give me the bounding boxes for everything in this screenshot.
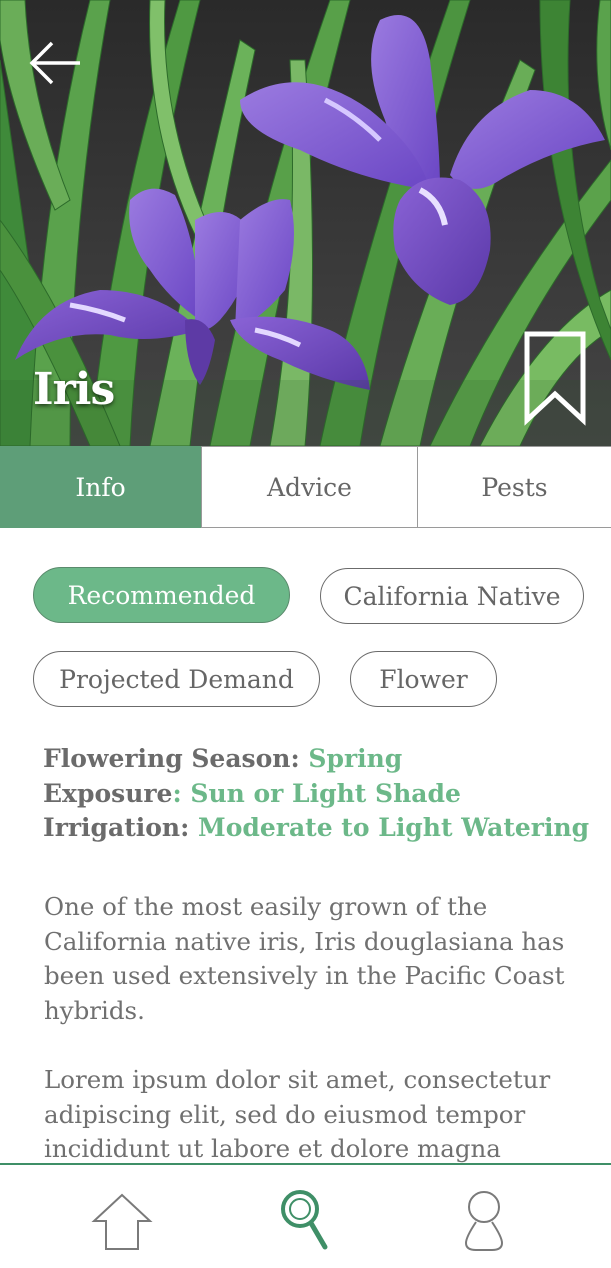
attribute-irrigation: Irrigation: Moderate to Light Watering	[43, 811, 603, 846]
tab-bar: Info Advice Pests	[0, 446, 611, 528]
tag-california-native[interactable]: California Native	[320, 568, 584, 624]
attribute-label: Flowering Season:	[43, 744, 300, 773]
plant-attributes: Flowering Season: Spring Exposure: Sun o…	[43, 742, 603, 846]
description-paragraph: Lorem ipsum dolor sit amet, consectetur …	[44, 1065, 551, 1163]
plant-title: Iris	[33, 364, 115, 415]
search-icon	[281, 1190, 328, 1250]
description-paragraph: One of the most easily grown of the Cali…	[44, 892, 565, 1025]
tag-recommended[interactable]: Recommended	[33, 567, 290, 623]
plant-hero-image: Iris	[0, 0, 611, 446]
nav-profile-button[interactable]	[462, 1189, 506, 1257]
tab-info[interactable]: Info	[0, 446, 201, 528]
attribute-label: Irrigation:	[43, 813, 190, 842]
tab-pests[interactable]: Pests	[417, 446, 611, 528]
tag-flower[interactable]: Flower	[350, 651, 497, 707]
attribute-value: : Sun or Light Shade	[172, 778, 461, 808]
nav-search-button[interactable]	[278, 1187, 332, 1255]
attribute-value: Moderate to Light Watering	[189, 813, 590, 842]
nav-home-button[interactable]	[90, 1191, 154, 1257]
tab-advice[interactable]: Advice	[201, 446, 417, 528]
home-icon	[91, 1193, 153, 1250]
user-icon	[464, 1191, 504, 1251]
back-button[interactable]	[26, 34, 86, 94]
bottom-navigation	[0, 1163, 611, 1268]
attribute-label: Exposure	[43, 778, 173, 808]
bookmark-icon	[524, 331, 586, 426]
arrow-left-icon	[29, 41, 80, 85]
bookmark-button[interactable]	[522, 330, 588, 428]
tag-projected-demand[interactable]: Projected Demand	[33, 651, 320, 707]
attribute-flowering-season: Flowering Season: Spring	[43, 742, 603, 777]
attribute-exposure: Exposure: Sun or Light Shade	[43, 777, 603, 812]
attribute-value: Spring	[299, 744, 403, 773]
